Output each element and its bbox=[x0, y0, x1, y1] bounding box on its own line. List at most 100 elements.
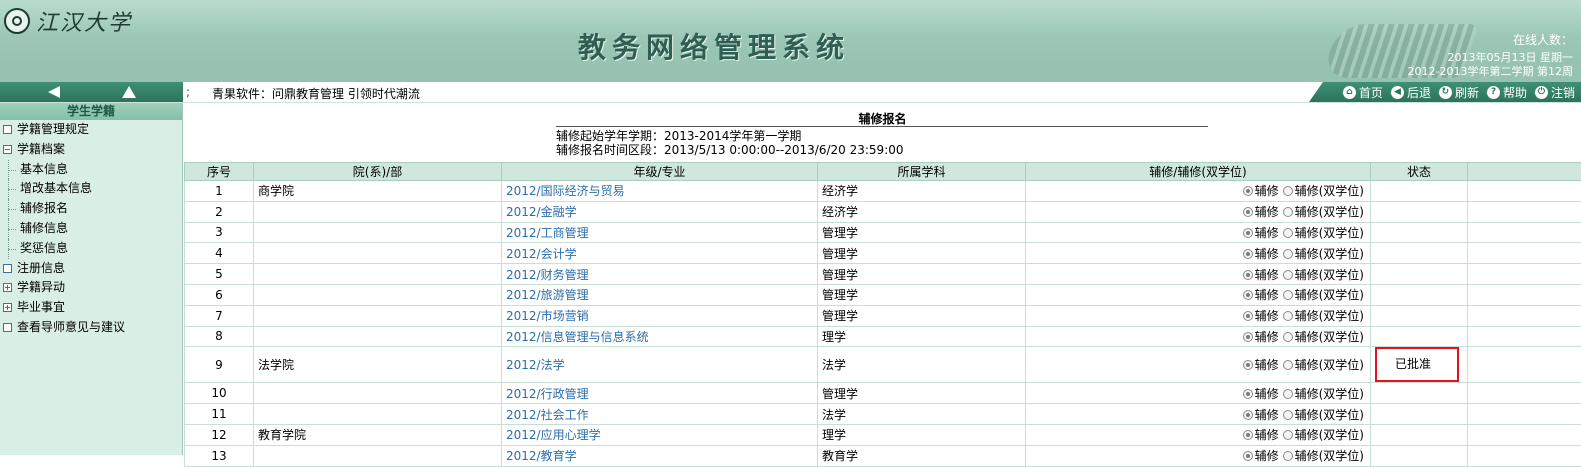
vendor-slogan: 青果软件：问鼎教育管理 引领时代潮流 bbox=[212, 85, 420, 102]
double-degree-radio[interactable] bbox=[1283, 410, 1293, 420]
double-degree-radio[interactable] bbox=[1283, 270, 1293, 280]
sidebar-item-rewards[interactable]: 奖惩信息 bbox=[0, 239, 182, 259]
row-major-link[interactable]: 2012/金融学 bbox=[502, 201, 818, 222]
double-degree-radio-label: 辅修(双学位) bbox=[1295, 408, 1364, 422]
table-row: 52012/财务管理管理学辅修辅修(双学位) bbox=[185, 264, 1581, 285]
minor-radio[interactable] bbox=[1243, 332, 1253, 342]
minor-radio[interactable] bbox=[1243, 451, 1253, 461]
collapse-left-icon[interactable] bbox=[48, 86, 60, 98]
row-department bbox=[254, 264, 502, 285]
toolbar-separator: ; bbox=[186, 85, 190, 99]
square-icon bbox=[3, 323, 12, 332]
row-index: 10 bbox=[185, 383, 254, 404]
row-option-cell: 辅修辅修(双学位) bbox=[1026, 404, 1371, 425]
double-degree-radio-label: 辅修(双学位) bbox=[1295, 288, 1364, 302]
row-major-link[interactable]: 2012/行政管理 bbox=[502, 383, 818, 404]
minor-radio-label: 辅修 bbox=[1255, 247, 1279, 261]
refresh-link[interactable]: ↻ 刷新 bbox=[1439, 84, 1479, 101]
row-major-link[interactable]: 2012/信息管理与信息系统 bbox=[502, 326, 818, 347]
minor-radio[interactable] bbox=[1243, 249, 1253, 259]
double-degree-radio[interactable] bbox=[1283, 430, 1293, 440]
minor-radio[interactable] bbox=[1243, 228, 1253, 238]
sidebar-item-edit-basic-info[interactable]: 增改基本信息 bbox=[0, 179, 182, 199]
row-index: 3 bbox=[185, 222, 254, 243]
minor-radio[interactable] bbox=[1243, 389, 1253, 399]
row-discipline: 管理学 bbox=[818, 305, 1026, 326]
minor-radio[interactable] bbox=[1243, 360, 1253, 370]
minor-radio[interactable] bbox=[1243, 290, 1253, 300]
row-index: 11 bbox=[185, 404, 254, 425]
double-degree-radio[interactable] bbox=[1283, 360, 1293, 370]
sidebar: 学生学籍 学籍管理规定 学籍档案 基本信息 增改基本信息 辅修报名 辅修信息 奖… bbox=[0, 103, 183, 455]
minor-radio[interactable] bbox=[1243, 410, 1253, 420]
status-badge: 已批准 bbox=[1375, 347, 1459, 382]
row-status-cell bbox=[1371, 284, 1468, 305]
minor-radio-label: 辅修 bbox=[1255, 184, 1279, 198]
expand-plus-icon[interactable] bbox=[3, 303, 12, 312]
row-blank-cell bbox=[1468, 326, 1581, 347]
double-degree-radio[interactable] bbox=[1283, 228, 1293, 238]
sidebar-item-rules[interactable]: 学籍管理规定 bbox=[0, 120, 182, 140]
expand-plus-icon[interactable] bbox=[3, 283, 12, 292]
column-header-department: 院(系)/部 bbox=[254, 163, 502, 181]
minor-radio[interactable] bbox=[1243, 207, 1253, 217]
double-degree-radio[interactable] bbox=[1283, 332, 1293, 342]
double-degree-radio-label: 辅修(双学位) bbox=[1295, 247, 1364, 261]
table-row: 22012/金融学经济学辅修辅修(双学位) bbox=[185, 201, 1581, 222]
row-major-link[interactable]: 2012/旅游管理 bbox=[502, 284, 818, 305]
row-department bbox=[254, 222, 502, 243]
row-major-link[interactable]: 2012/市场营销 bbox=[502, 305, 818, 326]
back-link-label: 后退 bbox=[1407, 84, 1431, 101]
logout-link-label: 注销 bbox=[1551, 84, 1575, 101]
column-header-option: 辅修/辅修(双学位) bbox=[1026, 163, 1371, 181]
row-department bbox=[254, 284, 502, 305]
row-option-cell: 辅修 辅修(双学位) bbox=[1026, 243, 1371, 264]
row-major-link[interactable]: 2012/财务管理 bbox=[502, 264, 818, 285]
row-blank-cell bbox=[1468, 445, 1581, 466]
sidebar-item-advisor-feedback[interactable]: 查看导师意见与建议 bbox=[0, 318, 182, 338]
double-degree-radio[interactable] bbox=[1283, 311, 1293, 321]
sidebar-item-registration[interactable]: 注册信息 bbox=[0, 259, 182, 279]
minor-radio[interactable] bbox=[1243, 186, 1253, 196]
sidebar-item-basic-info[interactable]: 基本信息 bbox=[0, 160, 182, 180]
help-link[interactable]: ? 帮助 bbox=[1487, 84, 1527, 101]
row-option-cell: 辅修辅修(双学位) bbox=[1026, 424, 1371, 445]
row-option-cell: 辅修辅修(双学位) bbox=[1026, 305, 1371, 326]
sidebar-item-status-change[interactable]: 学籍异动 bbox=[0, 278, 182, 298]
minor-radio[interactable] bbox=[1243, 430, 1253, 440]
row-major-link[interactable]: 2012/教育学 bbox=[502, 445, 818, 466]
minor-radio[interactable] bbox=[1243, 270, 1253, 280]
sidebar-item-label: 辅修信息 bbox=[20, 221, 68, 235]
minor-radio[interactable] bbox=[1243, 311, 1253, 321]
square-icon bbox=[3, 125, 12, 134]
row-major-link[interactable]: 2012/会计学 bbox=[502, 243, 818, 264]
logout-link[interactable]: ⏻ 注销 bbox=[1535, 84, 1575, 101]
row-discipline: 管理学 bbox=[818, 284, 1026, 305]
sidebar-item-graduation[interactable]: 毕业事宜 bbox=[0, 298, 182, 318]
double-degree-radio[interactable] bbox=[1283, 207, 1293, 217]
home-icon: ⌂ bbox=[1343, 86, 1356, 99]
home-link[interactable]: ⌂ 首页 bbox=[1343, 84, 1383, 101]
table-row: 9法学院2012/法学法学辅修辅修(双学位)已批准 bbox=[185, 347, 1581, 383]
row-discipline: 经济学 bbox=[818, 181, 1026, 202]
signup-period: 辅修报名时间区段：2013/5/13 0:00:00--2013/6/20 23… bbox=[556, 143, 904, 157]
back-link[interactable]: ◀ 后退 bbox=[1391, 84, 1431, 101]
double-degree-radio[interactable] bbox=[1283, 389, 1293, 399]
sidebar-item-minor-signup[interactable]: 辅修报名 bbox=[0, 199, 182, 219]
row-major-link[interactable]: 2012/工商管理 bbox=[502, 222, 818, 243]
sidebar-item-minor-info[interactable]: 辅修信息 bbox=[0, 219, 182, 239]
row-major-link[interactable]: 2012/社会工作 bbox=[502, 404, 818, 425]
sidebar-item-archive[interactable]: 学籍档案 bbox=[0, 140, 182, 160]
row-major-link[interactable]: 2012/法学 bbox=[502, 347, 818, 383]
double-degree-radio[interactable] bbox=[1283, 186, 1293, 196]
collapse-up-icon[interactable] bbox=[122, 86, 136, 98]
row-option-cell: 辅修辅修(双学位) bbox=[1026, 326, 1371, 347]
collapse-minus-icon[interactable] bbox=[3, 145, 12, 154]
double-degree-radio[interactable] bbox=[1283, 290, 1293, 300]
double-degree-radio[interactable] bbox=[1283, 249, 1293, 259]
double-degree-radio[interactable] bbox=[1283, 451, 1293, 461]
row-index: 7 bbox=[185, 305, 254, 326]
system-title: 教务网络管理系统 bbox=[578, 26, 850, 66]
row-major-link[interactable]: 2012/国际经济与贸易 bbox=[502, 181, 818, 202]
row-major-link[interactable]: 2012/应用心理学 bbox=[502, 424, 818, 445]
